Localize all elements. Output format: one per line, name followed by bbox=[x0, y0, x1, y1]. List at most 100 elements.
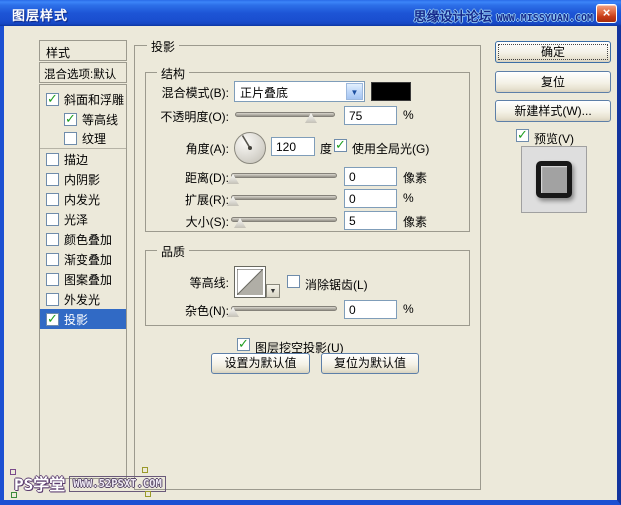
sidebar-item-texture[interactable]: 纹理 bbox=[40, 129, 126, 149]
sidebar-item-label: 光泽 bbox=[64, 211, 88, 228]
size-label: 大小(S): bbox=[137, 213, 229, 230]
watermark-handle-br bbox=[145, 491, 151, 497]
sidebar-item-stroke[interactable]: 描边 bbox=[40, 149, 126, 169]
angle-input[interactable] bbox=[271, 137, 315, 156]
checkbox-icon[interactable] bbox=[64, 132, 77, 145]
contour-picker[interactable] bbox=[234, 266, 266, 298]
opacity-input[interactable] bbox=[344, 106, 397, 125]
blending-options-item[interactable]: 混合选项:默认 bbox=[39, 62, 127, 83]
shadow-color-swatch[interactable] bbox=[371, 82, 411, 101]
blending-options-label: 混合选项:默认 bbox=[44, 69, 116, 81]
checkbox-icon[interactable] bbox=[46, 153, 59, 166]
watermark-handle-tl bbox=[10, 469, 16, 475]
make-default-button[interactable]: 设置为默认值 bbox=[211, 353, 310, 374]
anti-alias-label: 消除锯齿(L) bbox=[305, 276, 368, 293]
sidebar-item-pattern-overlay[interactable]: 图案叠加 bbox=[40, 269, 126, 289]
anti-alias-checkbox[interactable] bbox=[287, 275, 300, 288]
opacity-label: 不透明度(O): bbox=[137, 108, 229, 125]
styles-list: 斜面和浮雕等高线纹理描边内阴影内发光光泽颜色叠加渐变叠加图案叠加外发光投影 bbox=[39, 84, 127, 479]
global-light-label: 使用全局光(G) bbox=[352, 140, 429, 157]
sidebar-item-label: 图案叠加 bbox=[64, 271, 112, 288]
contour-dropdown-icon[interactable]: ▼ bbox=[266, 284, 280, 298]
contour-label: 等高线: bbox=[137, 274, 229, 291]
sidebar-item-drop-shadow[interactable]: 投影 bbox=[40, 309, 126, 329]
watermark-handle-bl bbox=[11, 492, 17, 498]
sidebar-item-label: 外发光 bbox=[64, 291, 100, 308]
layer-style-dialog: 图层样式 思缘设计论坛WWW.MISSYUAN.COM × 样式 混合选项:默认… bbox=[0, 0, 621, 505]
quality-legend: 品质 bbox=[157, 243, 189, 260]
spread-slider[interactable] bbox=[231, 195, 337, 200]
sidebar-item-label: 描边 bbox=[64, 151, 88, 168]
sidebar-item-color-overlay[interactable]: 颜色叠加 bbox=[40, 229, 126, 249]
checkbox-icon[interactable] bbox=[64, 113, 77, 126]
forum-name: 思缘设计论坛 bbox=[414, 10, 492, 25]
sidebar-item-inner-glow[interactable]: 内发光 bbox=[40, 189, 126, 209]
close-icon[interactable]: × bbox=[596, 4, 617, 23]
checkbox-icon[interactable] bbox=[46, 273, 59, 286]
preview-square-shape bbox=[536, 161, 572, 198]
checkbox-icon[interactable] bbox=[46, 233, 59, 246]
ok-button[interactable]: 确定 bbox=[495, 41, 611, 63]
blend-mode-label: 混合模式(B): bbox=[137, 84, 229, 101]
sidebar-item-bevel-emboss[interactable]: 斜面和浮雕 bbox=[40, 89, 126, 109]
sidebar-item-label: 等高线 bbox=[82, 111, 118, 128]
sidebar-item-contour[interactable]: 等高线 bbox=[40, 109, 126, 129]
knockout-checkbox[interactable] bbox=[237, 338, 250, 351]
checkbox-icon[interactable] bbox=[46, 213, 59, 226]
preview-label: 预览(V) bbox=[534, 130, 574, 147]
checkbox-icon[interactable] bbox=[46, 93, 59, 106]
noise-input[interactable] bbox=[344, 300, 397, 319]
checkbox-icon[interactable] bbox=[46, 293, 59, 306]
blend-mode-value: 正片叠底 bbox=[240, 84, 288, 101]
checkbox-icon[interactable] bbox=[46, 253, 59, 266]
global-light-checkbox[interactable] bbox=[334, 139, 347, 152]
structure-legend: 结构 bbox=[157, 65, 189, 82]
angle-dial[interactable] bbox=[233, 131, 267, 165]
opacity-slider[interactable] bbox=[235, 112, 335, 117]
size-input[interactable] bbox=[344, 211, 397, 230]
sidebar-item-label: 内发光 bbox=[64, 191, 100, 208]
angle-unit: 度 bbox=[320, 140, 332, 157]
checkbox-icon[interactable] bbox=[46, 193, 59, 206]
distance-slider[interactable] bbox=[231, 173, 337, 178]
styles-header[interactable]: 样式 bbox=[39, 40, 127, 61]
reset-default-button[interactable]: 复位为默认值 bbox=[321, 353, 419, 374]
sidebar-item-label: 斜面和浮雕 bbox=[64, 91, 124, 108]
size-slider[interactable] bbox=[231, 217, 337, 222]
sidebar-item-outer-glow[interactable]: 外发光 bbox=[40, 289, 126, 309]
sidebar-item-label: 内阴影 bbox=[64, 171, 100, 188]
distance-input[interactable] bbox=[344, 167, 397, 186]
preview-checkbox[interactable] bbox=[516, 129, 529, 142]
sidebar-item-label: 颜色叠加 bbox=[64, 231, 112, 248]
size-unit: 像素 bbox=[403, 213, 427, 230]
opacity-unit: % bbox=[403, 108, 414, 122]
distance-unit: 像素 bbox=[403, 169, 427, 186]
sidebar-item-label: 投影 bbox=[64, 311, 88, 328]
reset-button[interactable]: 复位 bbox=[495, 71, 611, 93]
noise-unit: % bbox=[403, 302, 414, 316]
sidebar-item-gradient-overlay[interactable]: 渐变叠加 bbox=[40, 249, 126, 269]
chevron-down-icon[interactable]: ▼ bbox=[346, 83, 363, 100]
panel-title: 投影 bbox=[147, 38, 179, 55]
sidebar-item-label: 纹理 bbox=[82, 130, 106, 147]
checkbox-icon[interactable] bbox=[46, 313, 59, 326]
new-style-button[interactable]: 新建样式(W)... bbox=[495, 100, 611, 122]
psxt-name: PS学堂 bbox=[14, 475, 65, 494]
angle-label: 角度(A): bbox=[137, 140, 229, 157]
spread-unit: % bbox=[403, 191, 414, 205]
distance-label: 距离(D): bbox=[137, 169, 229, 186]
psxt-watermark: PS学堂WWW.52PSXT.COM bbox=[14, 471, 166, 495]
sidebar-item-label: 渐变叠加 bbox=[64, 251, 112, 268]
sidebar-item-satin[interactable]: 光泽 bbox=[40, 209, 126, 229]
blend-mode-select[interactable]: 正片叠底 ▼ bbox=[234, 81, 365, 102]
title-bar[interactable]: 图层样式 思缘设计论坛WWW.MISSYUAN.COM × bbox=[0, 0, 621, 26]
noise-label: 杂色(N): bbox=[137, 302, 229, 319]
watermark-handle-tr bbox=[142, 467, 148, 473]
psxt-url: WWW.52PSXT.COM bbox=[69, 476, 166, 492]
checkbox-icon[interactable] bbox=[46, 173, 59, 186]
dialog-title: 图层样式 bbox=[12, 5, 68, 24]
sidebar-item-inner-shadow[interactable]: 内阴影 bbox=[40, 169, 126, 189]
spread-label: 扩展(R): bbox=[137, 191, 229, 208]
spread-input[interactable] bbox=[344, 189, 397, 208]
noise-slider[interactable] bbox=[231, 306, 337, 311]
